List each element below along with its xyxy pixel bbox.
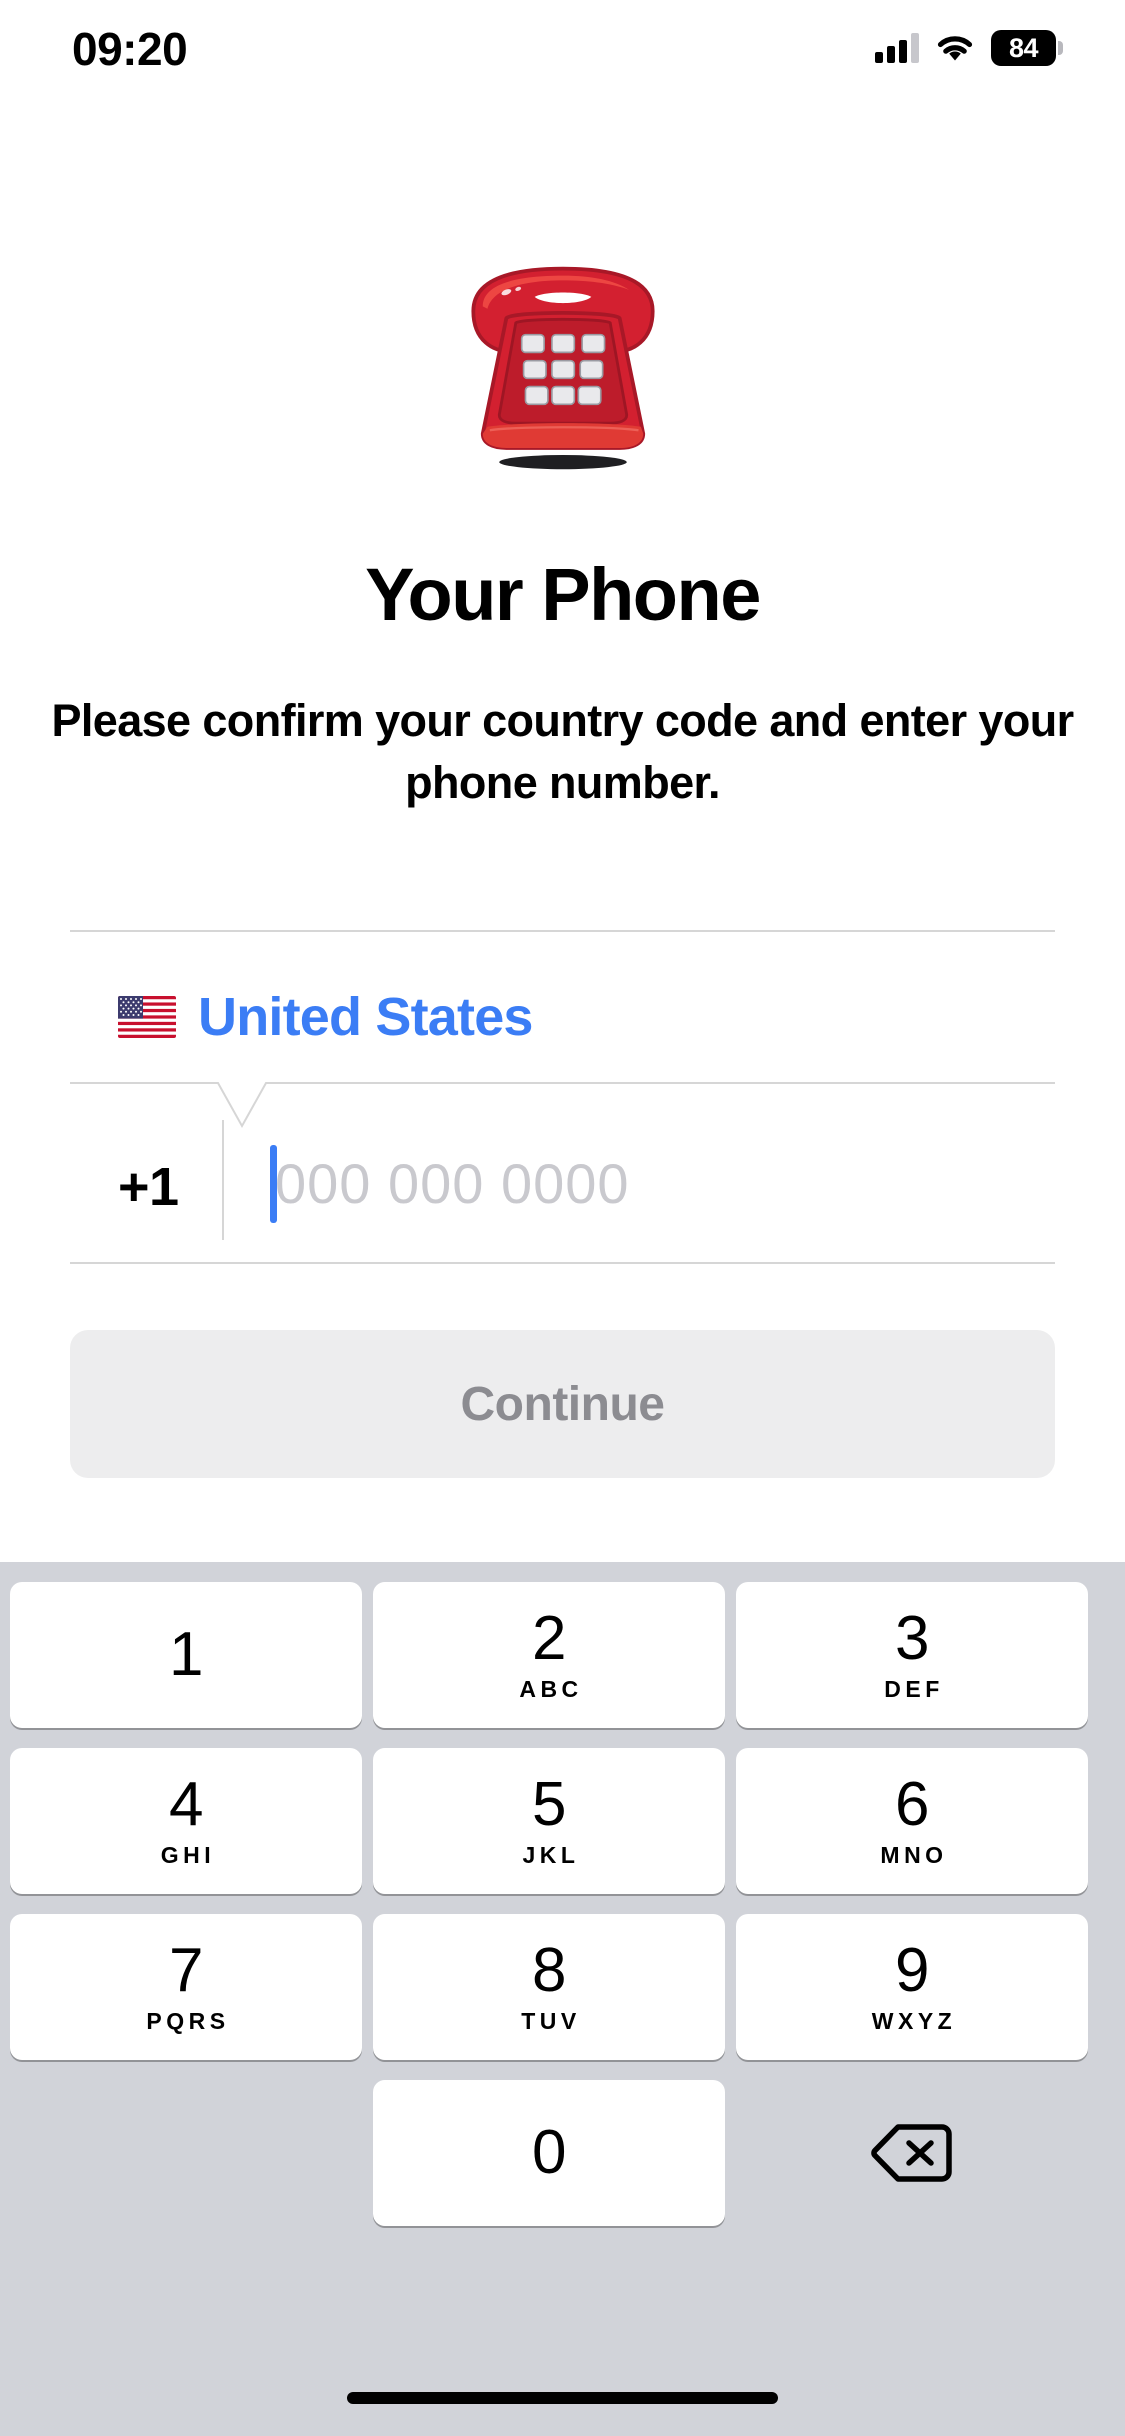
keypad-key-letters: ABC [519,1676,583,1702]
country-name-label: United States [198,987,533,1047]
keypad-key-3[interactable]: 3 DEF [736,1582,1088,1728]
keypad-key-letters: WXYZ [871,2008,957,2034]
status-bar: 09:20 84 [0,0,1125,100]
field-separator [222,1120,224,1240]
keypad-key-1[interactable]: 1 [10,1582,362,1728]
keypad-key-letters: TUV [521,2008,581,2034]
home-indicator [347,2392,778,2404]
keypad-key-digit: 7 [169,1936,203,2005]
keypad-key-0[interactable]: 0 [373,2080,725,2226]
united-states-flag-icon [118,996,176,1038]
keypad-key-digit: 9 [895,1936,929,2005]
phone-number-field[interactable]: +1 000 000 0000 [70,1120,1055,1260]
phone-number-entry-screen: 09:20 84 Your Phone Please confirm your … [0,0,1125,2436]
keypad-key-digit: 4 [169,1770,203,1839]
divider-above-country [70,930,1055,932]
country-selector[interactable]: United States [118,982,533,1052]
keypad-key-digit: 5 [532,1770,566,1839]
numeric-keypad: 1 2 ABC 3 DEF 4 GHI 5 JKL 6 MNO 7 PQRS 8… [0,1562,1125,2436]
cellular-bars-icon [875,33,919,63]
keypad-key-letters: GHI [160,1842,216,1868]
keypad-key-5[interactable]: 5 JKL [373,1748,725,1894]
keypad-key-digit: 1 [169,1620,203,1689]
country-code-label: +1 [118,1157,179,1217]
keypad-key-letters: DEF [884,1676,944,1702]
keypad-key-letters: MNO [880,1842,948,1868]
phone-number-placeholder: 000 000 0000 [275,1152,630,1215]
battery-cap [1058,41,1063,55]
keypad-key-digit: 2 [532,1604,566,1673]
page-title: Your Phone [365,553,761,636]
keypad-key-7[interactable]: 7 PQRS [10,1914,362,2060]
keypad-key-letters: PQRS [146,2008,230,2034]
keypad-key-6[interactable]: 6 MNO [736,1748,1088,1894]
keypad-key-digit: 8 [532,1936,566,2005]
keypad-key-letters: JKL [522,1842,580,1868]
telephone-emoji [0,228,1125,481]
battery-level-label: 84 [991,30,1057,66]
page-subtitle: Please confirm your country code and ent… [51,695,1074,808]
keypad-key-digit: 0 [532,2118,566,2187]
status-bar-time: 09:20 [72,23,188,75]
divider-below-phone [70,1262,1055,1264]
continue-button[interactable]: Continue [70,1330,1055,1478]
keypad-key-9[interactable]: 9 WXYZ [736,1914,1088,2060]
telephone-emoji-glyph [470,266,655,470]
keypad-key-4[interactable]: 4 GHI [10,1748,362,1894]
keypad-key-digit: 6 [895,1770,929,1839]
wifi-icon [935,33,975,63]
keypad-key-digit: 3 [895,1604,929,1673]
keypad-key-8[interactable]: 8 TUV [373,1914,725,2060]
status-bar-indicators: 84 [875,28,1063,68]
keypad-key-2[interactable]: 2 ABC [373,1582,725,1728]
battery-icon: 84 [991,30,1063,66]
backspace-delete-icon[interactable] [736,2080,1088,2226]
